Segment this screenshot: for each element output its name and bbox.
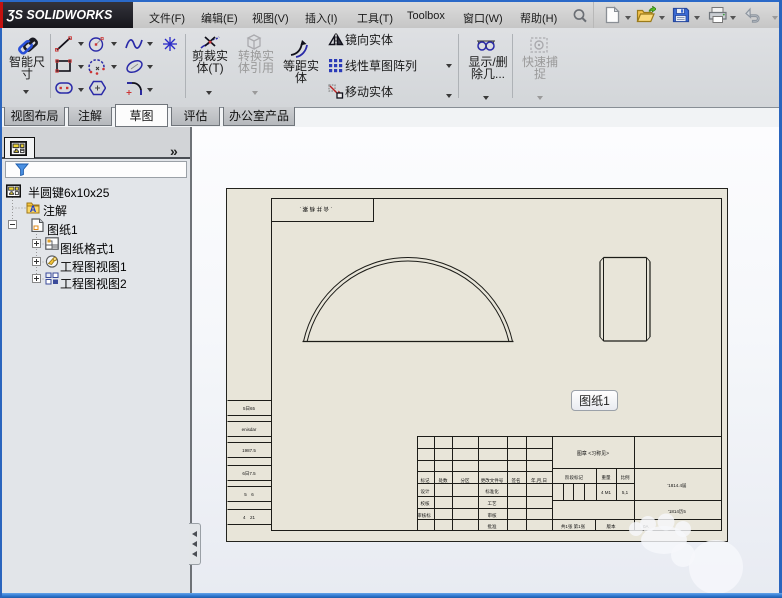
svg-text:共1张 第1张: 共1张 第1张 [560, 523, 585, 530]
svg-text:签名: 签名 [511, 477, 520, 484]
svg-text:年,月,日: 年,月,日 [530, 477, 546, 484]
svg-text:5日65: 5日65 [242, 406, 255, 412]
svg-text:批准: 批准 [487, 523, 496, 530]
svg-text:图章 <习称见>: 图章 <习称见> [576, 450, 608, 457]
svg-text:标记: 标记 [420, 477, 429, 484]
svg-text:设计: 设计 [420, 488, 429, 495]
svg-text:标准化: 标准化 [485, 488, 499, 495]
svg-text:审核标: 审核标 [417, 512, 431, 519]
svg-text:enisdar: enisdar [241, 427, 256, 432]
svg-text:.合并档案.: .合并档案. [297, 205, 331, 213]
svg-text:6日7.5: 6日7.5 [242, 471, 256, 477]
svg-text:4 21: 4 21 [242, 515, 255, 520]
svg-text:5 6: 5 6 [244, 492, 254, 497]
svg-text:A: A [30, 204, 37, 214]
svg-text:校核: 校核 [420, 500, 429, 507]
svg-text:审核: 审核 [487, 512, 496, 519]
svg-text:工艺: 工艺 [487, 501, 496, 506]
svg-text:1987.5: 1987.5 [242, 448, 256, 453]
svg-text:更改文件号: 更改文件号 [480, 477, 503, 484]
svg-text:阶段标记: 阶段标记 [565, 474, 583, 481]
svg-text:处数: 处数 [438, 477, 447, 484]
svg-text:分区: 分区 [460, 477, 469, 484]
